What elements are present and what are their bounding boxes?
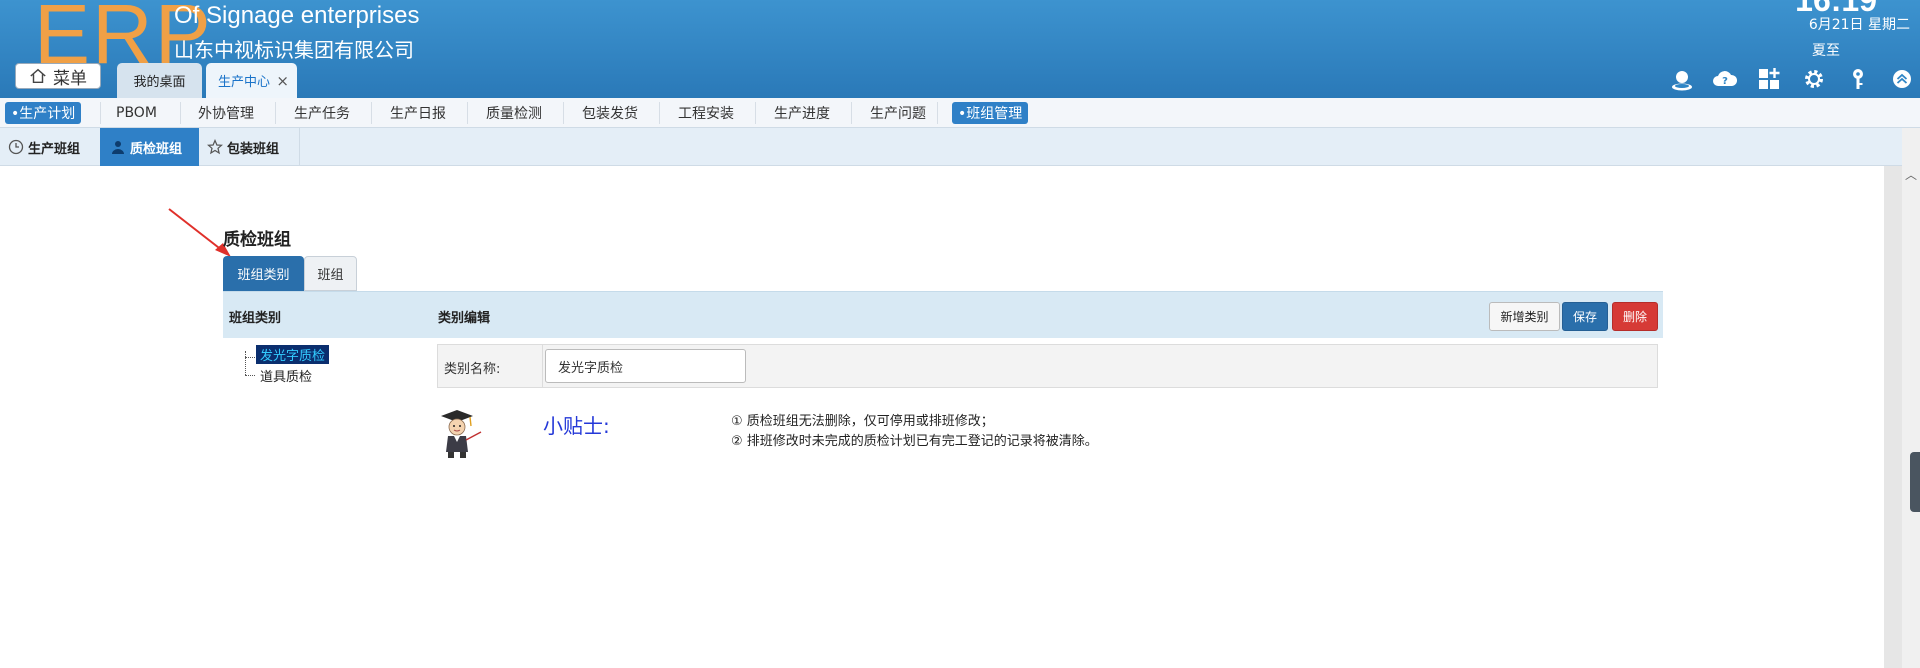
nav-production-task[interactable]: 生产任务 — [294, 102, 350, 124]
collapse-icon[interactable] — [1889, 66, 1915, 92]
tab-team-category[interactable]: 班组类别 — [223, 256, 304, 291]
nav-divider — [180, 102, 181, 124]
nav-packaging-shipping[interactable]: 包装发货 — [582, 102, 638, 124]
date: 6月21日 星期二 — [1808, 17, 1910, 33]
nav-divider — [563, 102, 564, 124]
key-icon[interactable] — [1845, 66, 1871, 92]
subtab-label: 生产班组 — [28, 141, 81, 157]
nav-divider — [100, 102, 101, 124]
category-form-row: 类别名称: — [437, 344, 1658, 388]
subtab-production-team[interactable]: 生产班组 — [8, 128, 96, 166]
sub-nav: 生产班组 质检班组 包装班组 — [0, 128, 1902, 166]
apps-icon[interactable] — [1756, 66, 1782, 92]
help-cloud-icon[interactable]: ? — [1712, 66, 1738, 92]
tips-title: 小贴士: — [543, 414, 610, 438]
category-edit-header: 类别编辑 — [438, 311, 491, 326]
close-icon[interactable]: × — [276, 72, 289, 90]
tree-connector — [245, 357, 255, 358]
company-name-en: Of Signage enterprises — [174, 2, 420, 29]
main-nav: •生产计划 PBOM 外协管理 生产任务 生产日报 质量检测 包装发货 工程安装… — [0, 98, 1920, 128]
scrollbar-track[interactable] — [1902, 128, 1920, 668]
subtab-label: 包装班组 — [227, 141, 280, 157]
nav-divider — [937, 102, 938, 124]
home-icon — [30, 68, 46, 84]
subnav-divider — [299, 128, 300, 166]
tab-label: 生产中心 — [218, 75, 271, 90]
page-title: 质检班组 — [223, 230, 291, 250]
svg-text:?: ? — [1722, 76, 1728, 87]
nav-installation[interactable]: 工程安装 — [678, 102, 734, 124]
nav-divider — [371, 102, 372, 124]
tree-connector — [245, 351, 247, 375]
gear-icon[interactable] — [1801, 66, 1827, 92]
tree-connector — [245, 375, 255, 376]
tree-item-prop-quality[interactable]: 道具质检 — [256, 366, 316, 385]
nav-daily-report[interactable]: 生产日报 — [390, 102, 446, 124]
tab-team[interactable]: 班组 — [304, 256, 357, 291]
company-name-cn: 山东中视标识集团有限公司 — [174, 38, 414, 62]
tab-production-center[interactable]: 生产中心 × — [206, 63, 297, 98]
tab-label: 我的桌面 — [133, 75, 186, 90]
scroll-up-arrow[interactable]: ︿ — [1902, 166, 1920, 184]
tip-line: ② 排班修改时未完成的质检计划已有完工登记的记录将被清除。 — [731, 434, 1098, 449]
nav-pbom[interactable]: PBOM — [116, 102, 157, 124]
teacher-mascot-icon — [441, 410, 482, 458]
subtab-packaging-team[interactable]: 包装班组 — [207, 128, 299, 166]
category-name-label: 类别名称: — [444, 362, 501, 377]
tab-my-desktop[interactable]: 我的桌面 — [117, 63, 202, 98]
grid-header: 班组类别 类别编辑 新增类别 保存 删除 — [223, 291, 1663, 338]
nav-production-plan[interactable]: •生产计划 — [5, 102, 82, 124]
nav-team-management[interactable]: •班组管理 — [952, 102, 1029, 124]
add-category-button[interactable]: 新增类别 — [1489, 302, 1560, 331]
nav-production-progress[interactable]: 生产进度 — [774, 102, 830, 124]
category-list-header: 班组类别 — [229, 311, 282, 326]
subtab-quality-team[interactable]: 质检班组 — [100, 128, 199, 166]
nav-production-issues[interactable]: 生产问题 — [870, 102, 926, 124]
save-button[interactable]: 保存 — [1562, 302, 1608, 331]
delete-button[interactable]: 删除 — [1612, 302, 1658, 331]
nav-divider — [851, 102, 852, 124]
tree-item-luminous-quality[interactable]: 发光字质检 — [256, 345, 330, 364]
user-icon[interactable] — [1669, 66, 1695, 92]
category-name-input[interactable] — [545, 349, 746, 383]
form-divider — [542, 345, 543, 387]
menu-label: 菜单 — [53, 68, 87, 89]
star-icon — [207, 139, 223, 155]
subtab-label: 质检班组 — [130, 141, 183, 157]
tip-line: ① 质检班组无法删除，仅可停用或排班修改； — [731, 414, 994, 429]
clock-icon — [8, 139, 24, 155]
solar-term: 夏至 — [1812, 43, 1840, 59]
nav-outsourcing[interactable]: 外协管理 — [198, 102, 254, 124]
nav-divider — [659, 102, 660, 124]
nav-quality-inspection[interactable]: 质量检测 — [486, 102, 542, 124]
nav-divider — [275, 102, 276, 124]
menu-button[interactable]: 菜单 — [15, 63, 101, 89]
app-header: ERP Of Signage enterprises 山东中视标识集团有限公司 … — [0, 0, 1920, 98]
user-icon — [112, 141, 124, 154]
nav-divider — [467, 102, 468, 124]
nav-divider — [755, 102, 756, 124]
scrollbar-thumb[interactable] — [1884, 166, 1902, 668]
side-widget[interactable] — [1910, 452, 1920, 512]
